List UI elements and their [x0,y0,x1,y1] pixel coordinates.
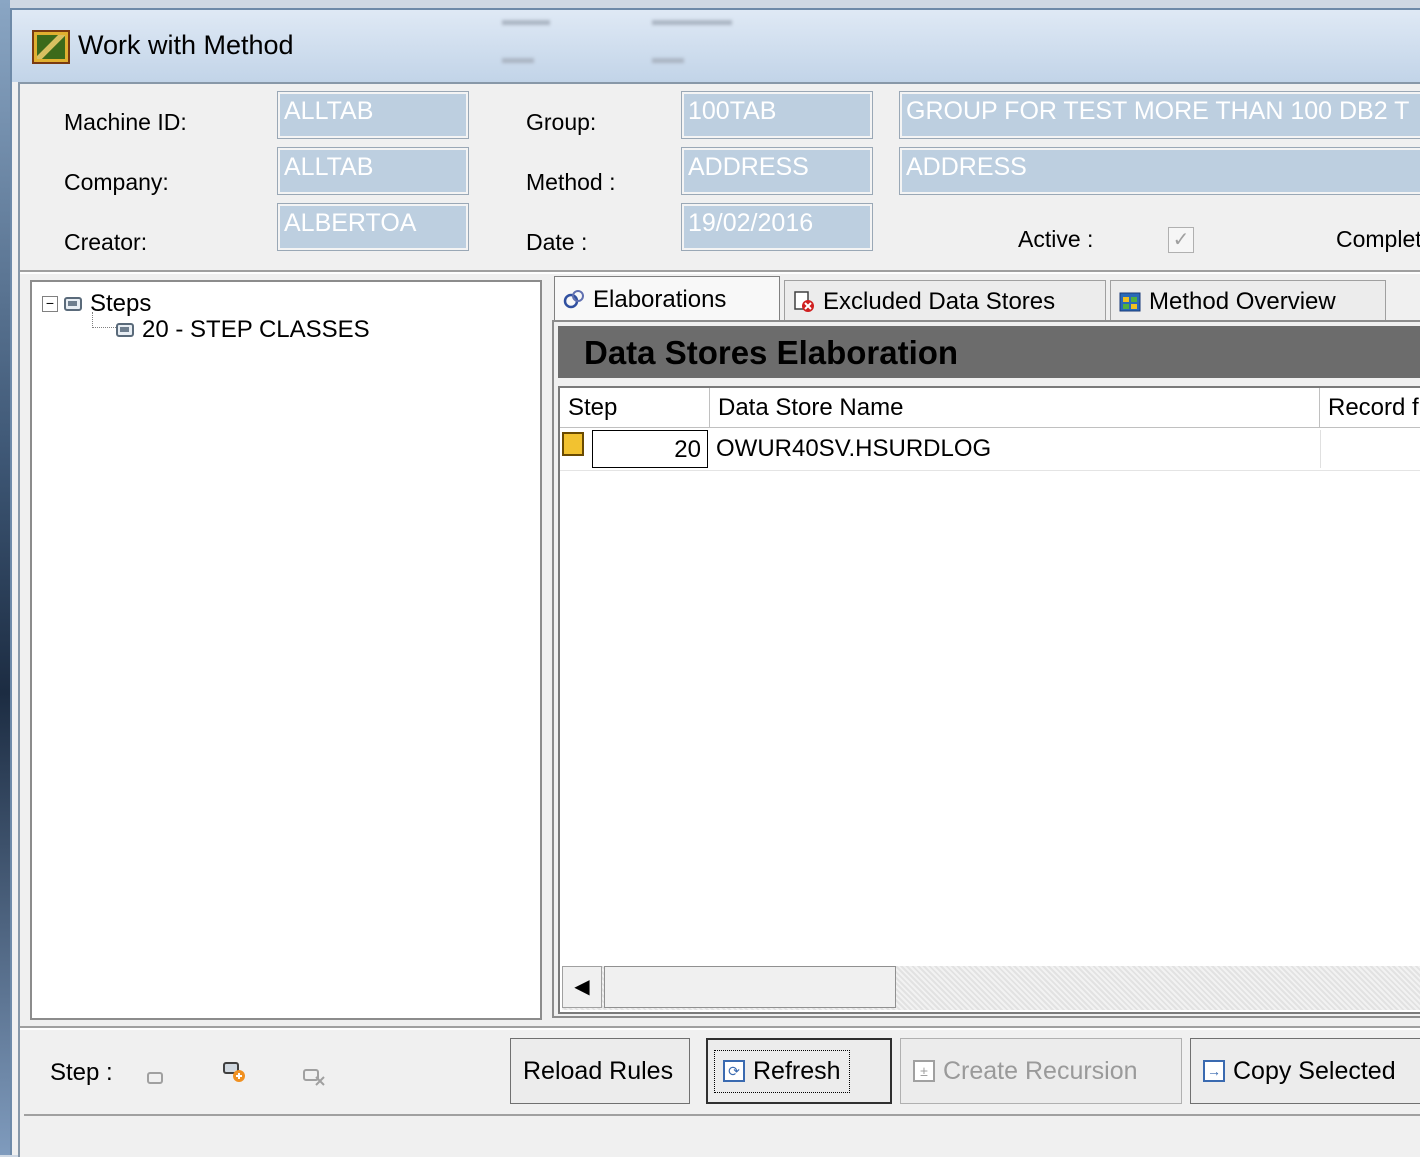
refresh-button[interactable]: ⟳ Refresh [706,1038,892,1104]
group-description-field[interactable]: GROUP FOR TEST MORE THAN 100 DB2 T [899,91,1420,139]
group-field[interactable]: 100TAB [681,91,873,139]
background-ghost-text: ▬▬▬▬▬ [652,12,732,29]
tab-method-overview[interactable]: Method Overview [1110,280,1386,322]
creator-label: Creator: [64,229,148,255]
delete-step-icon[interactable] [302,1066,325,1086]
column-header-data-store-name[interactable]: Data Store Name [710,388,1320,428]
scroll-left-button[interactable]: ◀ [562,966,602,1008]
column-header-record[interactable]: Record f [1320,388,1420,428]
steps-node-icon [64,297,82,311]
scroll-thumb[interactable] [604,966,896,1008]
window-title: Work with Method [78,30,294,60]
active-label: Active : [1018,226,1094,252]
method-field[interactable]: ADDRESS [681,147,873,195]
button-label: Refresh [753,1056,841,1085]
background-ghost-text: ▬▬▬ [502,12,550,29]
excluded-icon [793,290,815,313]
tree-node-step-20[interactable]: 20 - STEP CLASSES [112,316,370,344]
status-bar [24,1114,1420,1154]
step-node-icon [116,323,134,337]
method-form: Machine ID: ALLTAB Company: ALLTAB Creat… [18,82,1420,1157]
recursion-icon: ± [913,1060,935,1082]
creator-field[interactable]: ALBERTOA [277,203,469,251]
method-description-field[interactable]: ADDRESS [899,147,1420,195]
tab-label: Elaborations [593,285,727,313]
title-bar[interactable]: ▬▬▬ ▬▬▬▬▬ ▬▬ ▬▬ Work with Method [12,10,1420,82]
step-toolbar-label: Step : [50,1059,113,1086]
button-label: Reload Rules [523,1056,674,1085]
refresh-icon: ⟳ [723,1060,745,1082]
reload-rules-button[interactable]: Reload Rules [510,1038,690,1104]
complete-label: Complet [1336,226,1420,252]
header-divider [20,270,1420,274]
toolbar-divider [20,1026,1420,1030]
machine-id-field[interactable]: ALLTAB [277,91,469,139]
row-status-icon [562,432,584,456]
add-step-icon[interactable] [222,1060,245,1082]
tab-excluded-data-stores[interactable]: Excluded Data Stores [784,280,1106,322]
desktop-edge [0,0,10,1155]
overview-icon [1119,291,1141,313]
gears-icon [563,289,585,311]
company-label: Company: [64,169,169,195]
horizontal-scrollbar[interactable]: ◀ [562,966,1420,1010]
tab-label: Method Overview [1149,287,1336,315]
active-checkbox[interactable]: ✓ [1168,227,1194,253]
panel-banner: Data Stores Elaboration [558,326,1420,378]
background-ghost-text: ▬▬ [502,50,534,67]
create-recursion-button[interactable]: ± Create Recursion [900,1038,1182,1104]
data-stores-grid[interactable]: Step Data Store Name Record f 20 OWUR40S… [558,386,1420,1014]
tab-label: Excluded Data Stores [823,287,1056,315]
date-field[interactable]: 19/02/2016 [681,203,873,251]
method-label: Method : [526,169,616,195]
elaborations-panel: Data Stores Elaboration Step Data Store … [552,320,1420,1018]
tab-elaborations[interactable]: Elaborations [554,276,780,322]
steps-tree[interactable]: − Steps 20 - STEP CLASSES [30,280,542,1020]
machine-id-label: Machine ID: [64,109,187,135]
group-label: Group: [526,109,597,135]
background-ghost-text: ▬▬ [652,50,684,67]
button-label: Create Recursion [943,1056,1138,1085]
main-window: ▬▬▬ ▬▬▬▬▬ ▬▬ ▬▬ Work with Method Machine… [10,8,1420,1157]
copy-selected-button[interactable]: → Copy Selected [1190,1038,1420,1104]
copy-icon: → [1203,1060,1225,1082]
column-header-step[interactable]: Step [560,388,710,428]
company-field[interactable]: ALLTAB [277,147,469,195]
step-cell[interactable]: 20 [592,430,708,468]
collapse-icon[interactable]: − [42,296,58,312]
record-cell[interactable] [1320,430,1420,468]
button-label: Copy Selected [1233,1056,1396,1085]
date-label: Date : [526,229,588,255]
row-divider [560,470,1420,471]
app-icon [32,30,70,64]
tree-node-label: 20 - STEP CLASSES [142,316,370,343]
step-icon[interactable] [144,1066,166,1084]
data-store-name-cell[interactable]: OWUR40SV.HSURDLOG [710,430,1320,468]
refresh-focus: ⟳ Refresh [714,1049,850,1093]
